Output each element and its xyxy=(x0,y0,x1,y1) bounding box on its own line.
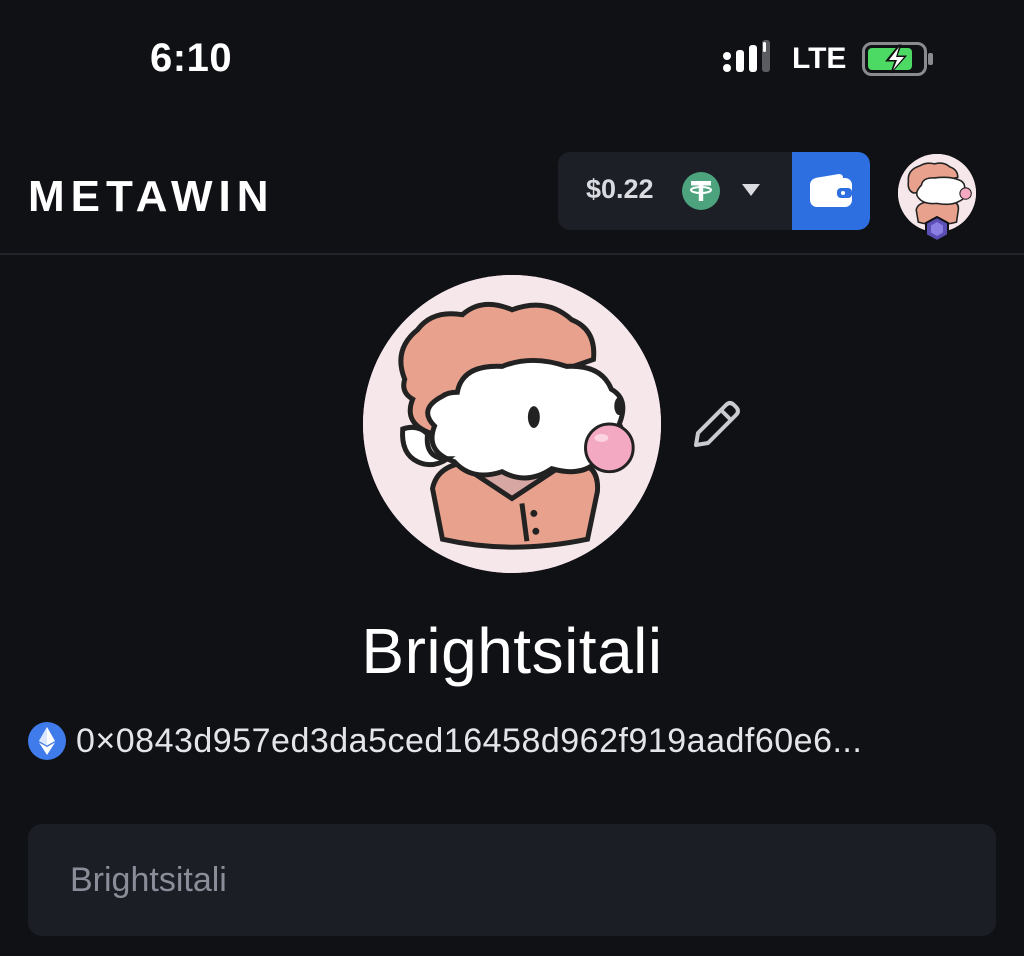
wallet-address-row[interactable]: 0×0843d957ed3da5ced16458d962f919aadf60e6… xyxy=(28,718,998,766)
pencil-icon[interactable] xyxy=(688,395,746,453)
profile-page: 6:10 LTE METAWIN $0.22 Brightsitali 0×08… xyxy=(0,0,1024,956)
level-badge-icon xyxy=(925,216,949,242)
username-input[interactable] xyxy=(28,824,996,936)
tether-icon xyxy=(682,172,720,210)
network-type: LTE xyxy=(792,42,847,75)
signal-strength-icon xyxy=(723,40,770,72)
balance-amount: $0.22 xyxy=(586,174,654,204)
balance-selector[interactable]: $0.22 xyxy=(558,152,870,230)
metawin-logo[interactable]: METAWIN xyxy=(28,172,275,222)
ethereum-icon xyxy=(28,722,66,760)
caret-down-icon[interactable] xyxy=(742,184,760,196)
battery-charging-icon xyxy=(862,42,933,76)
status-bar: 6:10 LTE xyxy=(0,0,1024,120)
user-avatar-button[interactable] xyxy=(898,154,976,242)
profile-avatar xyxy=(363,275,661,573)
wallet-address: 0×0843d957ed3da5ced16458d962f919aadf60e6… xyxy=(76,722,863,760)
wallet-icon xyxy=(810,174,852,207)
status-time: 6:10 xyxy=(150,36,233,80)
avatar-illustration xyxy=(363,275,661,573)
wallet-button[interactable] xyxy=(792,152,870,230)
top-navigation: METAWIN $0.22 xyxy=(0,120,1024,255)
profile-username: Brightsitali xyxy=(361,615,663,687)
